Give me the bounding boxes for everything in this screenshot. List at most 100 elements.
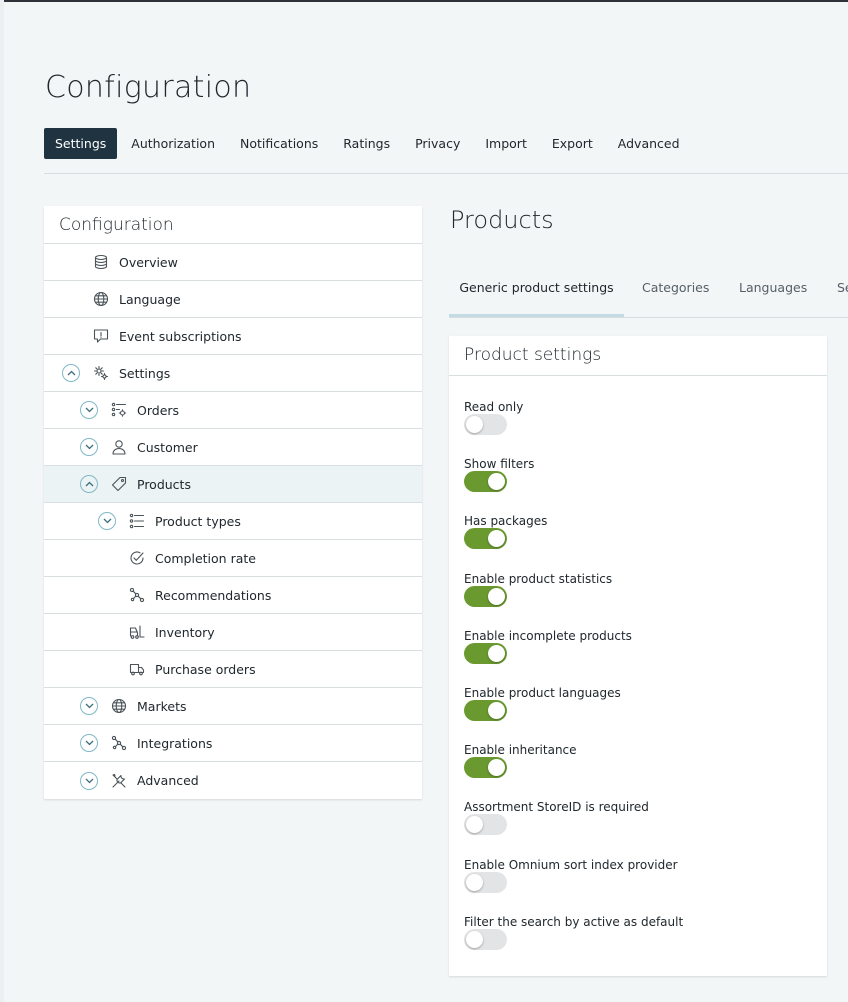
toggle-switch[interactable] <box>464 700 507 721</box>
setting-assortment-storeid-is-required: Assortment StoreID is required <box>464 800 649 836</box>
database-icon <box>93 254 109 270</box>
toggle-switch[interactable] <box>464 414 507 435</box>
tree-item-advanced[interactable]: Advanced <box>44 762 422 799</box>
toggle-switch[interactable] <box>464 757 507 779</box>
nodes-icon <box>111 735 127 751</box>
collapse-chevron-up-icon[interactable] <box>80 475 98 493</box>
collapse-chevron-up-icon[interactable] <box>62 364 80 382</box>
tree-item-label: Language <box>119 291 181 307</box>
tree-item-markets[interactable]: Markets <box>44 688 422 725</box>
tree-item-label: Markets <box>137 698 187 714</box>
tools-icon <box>111 773 127 789</box>
nav-tab-export[interactable]: Export <box>541 128 604 159</box>
forklift-icon <box>129 624 145 640</box>
tree-item-integrations[interactable]: Integrations <box>44 725 422 762</box>
tree-item-settings[interactable]: Settings <box>44 355 422 392</box>
expand-chevron-down-icon[interactable] <box>98 512 116 530</box>
nav-divider <box>44 173 848 174</box>
chat-icon <box>93 328 109 344</box>
top-navigation: Settings Authorization Notifications Rat… <box>44 128 694 159</box>
setting-label: Filter the search by active as default <box>464 914 684 929</box>
toggle-knob <box>466 416 483 433</box>
setting-label: Has packages <box>464 514 548 529</box>
toggle-switch[interactable] <box>464 642 507 664</box>
expand-chevron-down-icon[interactable] <box>80 438 98 456</box>
window-left-edge <box>0 0 4 1002</box>
tab-generic-product-settings[interactable]: Generic product settings <box>449 270 624 317</box>
globe-icon <box>93 291 109 307</box>
setting-enable-inheritance: Enable inheritance <box>464 743 577 779</box>
toggle-knob <box>466 930 483 948</box>
tab-more[interactable]: Se <box>837 270 848 317</box>
setting-label: Enable product languages <box>464 686 621 700</box>
nav-tab-privacy[interactable]: Privacy <box>404 128 471 159</box>
tree-item-label: Event subscriptions <box>119 328 242 344</box>
window-top-border <box>0 0 848 2</box>
toggle-knob <box>488 530 505 548</box>
toggle-switch[interactable] <box>464 471 507 493</box>
tree-item-language[interactable]: Language <box>44 281 422 318</box>
tree-item-label: Settings <box>119 365 171 381</box>
tree-item-overview[interactable]: Overview <box>44 244 422 281</box>
tab-languages[interactable]: Languages <box>739 270 807 317</box>
tree-item-completion-rate[interactable]: Completion rate <box>44 540 422 577</box>
tree-item-customer[interactable]: Customer <box>44 429 422 466</box>
tree-item-label: Products <box>137 476 191 492</box>
globe-icon <box>111 698 127 714</box>
setting-filter-the-search-by-active-as-default: Filter the search by active as default <box>464 914 684 950</box>
setting-label: Enable incomplete products <box>464 628 632 643</box>
setting-enable-incomplete-products: Enable incomplete products <box>464 628 632 664</box>
toggle-knob <box>466 873 483 891</box>
tree-item-inventory[interactable]: Inventory <box>44 614 422 651</box>
setting-label: Show filters <box>464 457 535 472</box>
nav-tab-notifications[interactable]: Notifications <box>229 128 329 159</box>
toggle-knob <box>466 816 483 834</box>
tree-item-label: Purchase orders <box>155 661 256 677</box>
tree-item-event-subscriptions[interactable]: Event subscriptions <box>44 318 422 355</box>
setting-enable-omnium-sort-index-provider: Enable Omnium sort index provider <box>464 858 678 893</box>
tree-item-label: Customer <box>137 439 198 455</box>
expand-chevron-down-icon[interactable] <box>80 401 98 419</box>
page-title: Configuration <box>45 70 252 105</box>
toggle-switch[interactable] <box>464 528 507 550</box>
tree-item-label: Advanced <box>137 773 199 788</box>
tree-item-recommendations[interactable]: Recommendations <box>44 577 422 614</box>
expand-chevron-down-icon[interactable] <box>80 771 98 790</box>
setting-label: Enable product statistics <box>464 571 613 586</box>
expand-chevron-down-icon[interactable] <box>80 697 98 715</box>
tree-panel-title: Configuration <box>44 206 422 244</box>
configuration-tree: Overview Language Event subscriptions Setti… <box>44 244 422 799</box>
nav-tab-ratings[interactable]: Ratings <box>332 128 401 159</box>
setting-label: Read only <box>464 400 524 414</box>
tree-item-label: Completion rate <box>155 550 256 566</box>
setting-has-packages: Has packages <box>464 514 548 550</box>
setting-label: Assortment StoreID is required <box>464 800 649 815</box>
tree-item-purchase-orders[interactable]: Purchase orders <box>44 651 422 688</box>
tree-item-orders[interactable]: Orders <box>44 392 422 429</box>
product-settings-card: Product settings Read only Show filters Ha… <box>449 336 827 976</box>
setting-enable-product-statistics: Enable product statistics <box>464 571 613 607</box>
nav-tab-settings[interactable]: Settings <box>44 128 118 159</box>
toggle-switch[interactable] <box>464 814 507 836</box>
expand-chevron-down-icon[interactable] <box>80 734 98 752</box>
toggle-knob <box>488 702 505 719</box>
tree-item-products[interactable]: Products <box>44 466 422 503</box>
toggle-knob <box>488 587 505 605</box>
tree-item-label: Recommendations <box>155 587 272 603</box>
tab-categories[interactable]: Categories <box>642 270 709 317</box>
tag-icon <box>111 476 127 492</box>
nav-tab-authorization[interactable]: Authorization <box>120 128 226 159</box>
toggle-switch[interactable] <box>464 928 507 950</box>
tree-item-product-types[interactable]: Product types <box>44 503 422 540</box>
nodes-icon <box>129 587 145 603</box>
nav-tab-advanced[interactable]: Advanced <box>607 128 691 159</box>
setting-read-only: Read only <box>464 400 524 435</box>
gears-icon <box>93 365 109 381</box>
toggle-switch[interactable] <box>464 871 507 893</box>
toggle-knob <box>488 759 505 777</box>
nav-tab-import[interactable]: Import <box>474 128 538 159</box>
product-settings-title: Product settings <box>449 336 827 376</box>
setting-label: Enable inheritance <box>464 743 577 758</box>
toggle-switch[interactable] <box>464 585 507 607</box>
list-gear-icon <box>111 402 127 418</box>
